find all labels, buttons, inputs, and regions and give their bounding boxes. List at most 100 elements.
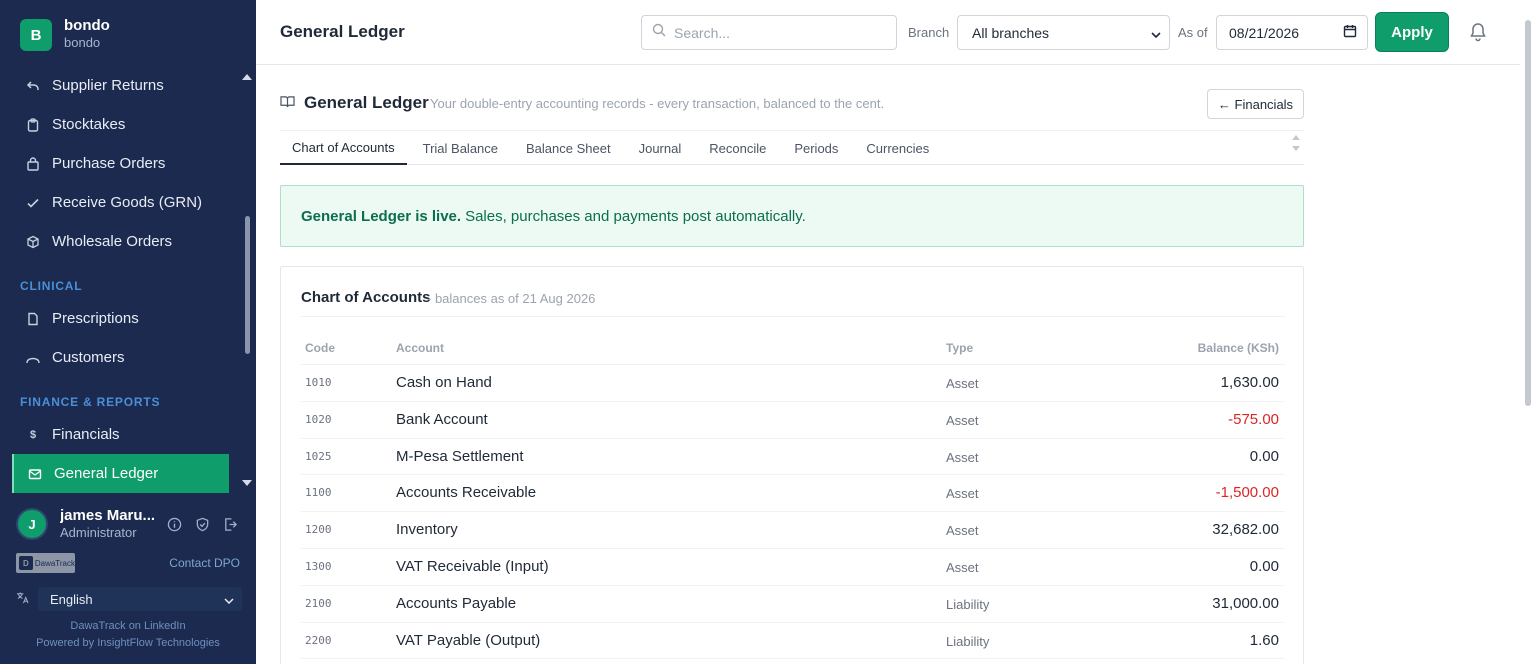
sidebar-item-financials[interactable]: $ Financials — [12, 415, 229, 454]
page-title: General Ledger — [280, 22, 405, 41]
accounts-table-body: 1010 Cash on Hand Asset 1,630.00 1020 Ba… — [301, 365, 1285, 660]
sidebar-item-prescriptions[interactable]: Prescriptions — [12, 299, 229, 338]
sidebar-item-customers[interactable]: Customers — [12, 338, 229, 377]
check-icon — [26, 196, 40, 210]
tab-trial-balance[interactable]: Trial Balance — [411, 131, 510, 165]
brand[interactable]: B bondo bondo — [20, 18, 110, 52]
topbar: General Ledger Branch All branches As of… — [256, 0, 1520, 65]
account-code: 1200 — [305, 523, 332, 537]
brand-name: bondo — [64, 17, 110, 34]
account-type: Asset — [946, 559, 979, 575]
logout-icon[interactable] — [222, 516, 238, 532]
alert-bold: General Ledger is live. — [301, 207, 462, 225]
sidebar-item-supplier-returns[interactable]: Supplier Returns — [12, 66, 229, 105]
branch-select[interactable]: All branches — [957, 15, 1170, 50]
header-code: Code — [305, 341, 335, 355]
sidebar-item-label: Wholesale Orders — [52, 233, 173, 250]
financials-back-button[interactable]: ← Financials — [1207, 89, 1304, 119]
tab-journal[interactable]: Journal — [627, 131, 694, 165]
powered-by-link[interactable]: Powered by InsightFlow Technologies — [0, 637, 256, 649]
page-scrollbar[interactable] — [1520, 0, 1536, 664]
tab-currencies[interactable]: Currencies — [854, 131, 941, 165]
sidebar-item-purchase-orders[interactable]: Purchase Orders — [12, 144, 229, 183]
calendar-icon[interactable] — [1343, 24, 1357, 41]
language-value: English — [50, 591, 93, 607]
dollar-icon: $ — [29, 428, 37, 441]
info-icon[interactable] — [166, 516, 182, 532]
shield-icon[interactable] — [194, 516, 210, 532]
ledger-tabs: Chart of Accounts Trial Balance Balance … — [280, 130, 1304, 165]
table-row[interactable]: 1300 VAT Receivable (Input) Asset 0.00 — [301, 549, 1285, 586]
table-row[interactable]: 1010 Cash on Hand Asset 1,630.00 — [301, 365, 1285, 402]
brand-logo: B — [20, 19, 52, 51]
language-select[interactable]: English — [38, 587, 242, 611]
ledger-header: General Ledger Your double-entry account… — [280, 88, 1304, 120]
tab-chart-of-accounts[interactable]: Chart of Accounts — [280, 131, 407, 165]
section-finance: FINANCE & REPORTS — [20, 395, 161, 409]
sidebar-item-receive-goods[interactable]: Receive Goods (GRN) — [12, 183, 229, 222]
dawatrack-logo: D DawaTrack — [16, 553, 75, 573]
sidebar-item-wholesale-orders[interactable]: Wholesale Orders — [12, 222, 229, 261]
box-icon — [26, 235, 40, 249]
tabs-scroll-up[interactable] — [1292, 135, 1300, 140]
tabs-scroll-down[interactable] — [1292, 146, 1300, 151]
linkedin-link[interactable]: DawaTrack on LinkedIn — [0, 620, 256, 632]
tab-reconcile[interactable]: Reconcile — [697, 131, 778, 165]
sidebar-item-label: Supplier Returns — [52, 77, 164, 94]
apply-button[interactable]: Apply — [1375, 12, 1449, 52]
divider — [301, 316, 1285, 317]
avatar[interactable]: J — [16, 508, 48, 540]
account-name: VAT Receivable (Input) — [396, 557, 549, 575]
tab-periods[interactable]: Periods — [782, 131, 850, 165]
sidebar-scroll-up[interactable] — [242, 74, 252, 80]
table-row[interactable]: 2100 Accounts Payable Liability 31,000.0… — [301, 586, 1285, 623]
branch-value: All branches — [972, 24, 1050, 41]
page-scrollbar-thumb[interactable] — [1525, 20, 1531, 406]
account-type: Asset — [946, 449, 979, 465]
card-title: Chart of Accounts — [301, 289, 431, 306]
account-code: 2200 — [305, 633, 332, 647]
bell-icon[interactable] — [1469, 22, 1487, 42]
search-box[interactable] — [641, 15, 897, 50]
account-type: Liability — [946, 633, 990, 649]
sidebar-item-label: Prescriptions — [52, 310, 139, 327]
account-type: Asset — [946, 523, 979, 539]
book-icon — [280, 95, 295, 113]
sidebar-item-label: Stocktakes — [52, 116, 126, 133]
account-code: 2100 — [305, 596, 332, 610]
table-row[interactable]: 1025 M-Pesa Settlement Asset 0.00 — [301, 439, 1285, 476]
sidebar-scroll-down[interactable] — [242, 480, 252, 486]
account-balance: 0.00 — [1249, 557, 1279, 575]
asof-date-input[interactable]: 08/21/2026 — [1216, 15, 1368, 50]
document-icon — [26, 312, 40, 326]
sidebar-item-label: Purchase Orders — [52, 155, 166, 172]
tabs-scroller[interactable] — [1292, 135, 1300, 151]
account-code: 1100 — [305, 486, 332, 500]
bag-icon — [26, 156, 40, 171]
alert-text: Sales, purchases and payments post autom… — [465, 207, 806, 225]
section-clinical: CLINICAL — [20, 279, 83, 293]
sidebar-scrollbar[interactable] — [245, 216, 250, 354]
header-balance: Balance (KSh) — [1197, 341, 1279, 355]
users-icon — [26, 351, 40, 365]
search-input[interactable] — [674, 24, 874, 41]
table-row[interactable]: 1100 Accounts Receivable Asset -1,500.00 — [301, 475, 1285, 513]
contact-dpo-link[interactable]: Contact DPO — [169, 556, 240, 570]
account-name: VAT Payable (Output) — [396, 631, 541, 649]
account-name: Inventory — [396, 521, 458, 539]
translate-icon — [16, 591, 30, 607]
sidebar-item-label: General Ledger — [54, 465, 159, 482]
table-row[interactable]: 1200 Inventory Asset 32,682.00 — [301, 512, 1285, 549]
account-balance: 32,682.00 — [1212, 521, 1279, 539]
table-row[interactable]: 2200 VAT Payable (Output) Liability 1.60 — [301, 623, 1285, 660]
account-type: Asset — [946, 486, 979, 502]
account-balance: 1.60 — [1249, 631, 1279, 649]
tab-balance-sheet[interactable]: Balance Sheet — [514, 131, 623, 165]
account-name: Bank Account — [396, 410, 488, 428]
live-alert: General Ledger is live. Sales, purchases… — [280, 185, 1304, 247]
sidebar-item-general-ledger[interactable]: General Ledger — [12, 454, 229, 493]
sidebar-item-stocktakes[interactable]: Stocktakes — [12, 105, 229, 144]
user-panel: J james Maru... Administrator — [16, 506, 244, 542]
table-row[interactable]: 1020 Bank Account Asset -575.00 — [301, 402, 1285, 439]
header-type: Type — [946, 341, 974, 355]
